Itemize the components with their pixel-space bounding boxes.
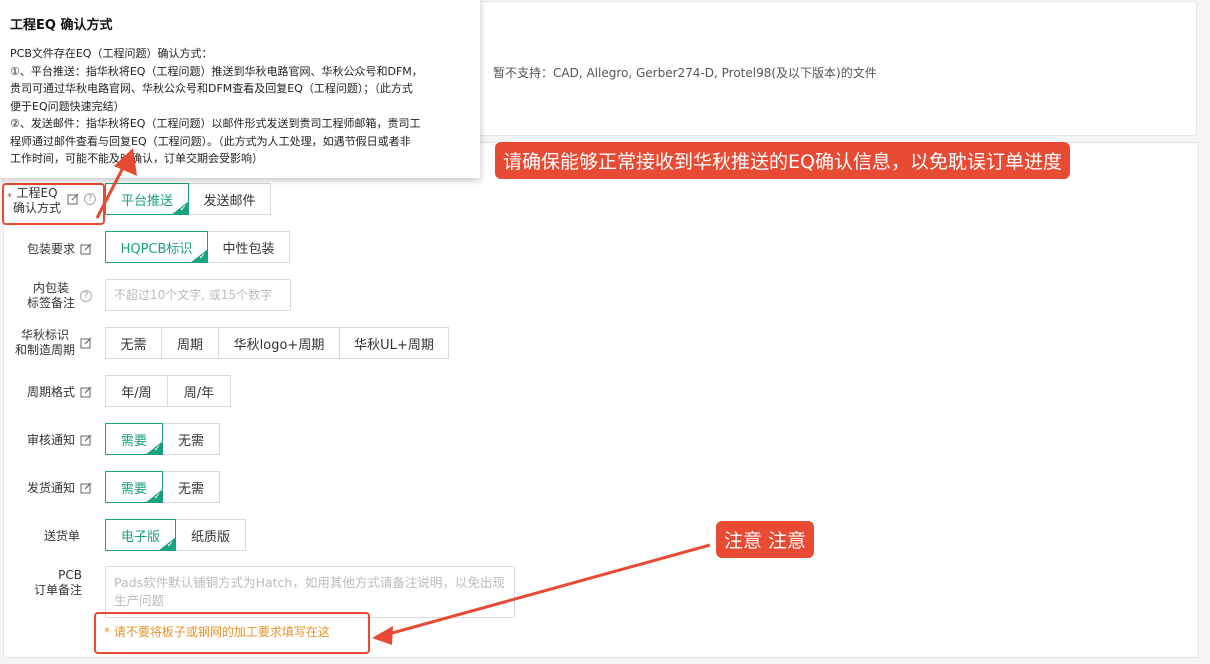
option-label: 需要 [120, 481, 147, 497]
pcb-remark-label-line2: 订单备注 [33, 583, 82, 597]
eq-confirm-options: 平台推送 ✓ 发送邮件 [105, 183, 271, 215]
option-ul-period[interactable]: 华秋UL+周期 [340, 327, 449, 359]
option-neutral-pack[interactable]: 中性包装 [208, 231, 290, 263]
pcb-remark-label: PCB 订单备注 [20, 568, 82, 598]
inner-label-line1: 内包装 [32, 281, 69, 295]
option-label: 无需 [120, 337, 147, 353]
option-label: HQPCB标识 [120, 241, 193, 257]
tooltip-line: 程师通过邮件查看与回复EQ（工程问题）。（此方式为人工处理，如遇节假日或者非 [10, 134, 411, 148]
option-label: 电子版 [120, 529, 160, 545]
inner-label-label: 内包装 标签备注 ? [10, 281, 92, 311]
option-label: 平台推送 [120, 193, 173, 209]
edit-icon[interactable] [80, 434, 92, 446]
option-electronic[interactable]: 电子版 ✓ [105, 519, 176, 551]
tooltip-line: ①、平台推送：指华秋将EQ（工程问题）推送到华秋电路官网、华秋公众号和DFM， [10, 64, 423, 78]
tooltip-line: 贵司可通过华秋电路官网、华秋公众号和DFM查看及回复EQ（工程问题）；（此方式 [10, 82, 413, 95]
eq-label-line2: 确认方式 [12, 201, 61, 215]
check-icon: ✓ [179, 204, 187, 214]
option-logo-period[interactable]: 华秋logo+周期 [219, 327, 340, 359]
tooltip-line: ②、发送邮件：指华秋将EQ（工程问题）以邮件形式发送到贵司工程师邮箱，贵司工 [10, 117, 421, 130]
edit-icon[interactable] [80, 337, 92, 349]
option-label: 中性包装 [222, 241, 275, 257]
packaging-options: HQPCB标识 ✓ 中性包装 [105, 231, 290, 263]
edit-icon[interactable] [80, 482, 92, 494]
eq-notice-callout: 请确保能够正常接收到华秋推送的EQ确认信息，以免耽误订单进度 [495, 142, 1070, 179]
option-label: 无需 [177, 481, 204, 497]
review-notice-label: 审核通知 [10, 431, 92, 448]
review-notice-label-text: 审核通知 [26, 433, 75, 447]
option-period[interactable]: 周期 [162, 327, 219, 359]
tooltip-line: 工作时间，可能不能及时确认，订单交期会受影响） [10, 152, 263, 165]
option-label: 无需 [177, 433, 204, 449]
option-label: 周期 [176, 337, 203, 353]
option-hqpcb-mark[interactable]: HQPCB标识 ✓ [105, 231, 208, 263]
eq-label-line1: 工程EQ [16, 186, 58, 200]
ship-notice-label-text: 发货通知 [26, 481, 75, 495]
option-not-needed[interactable]: 无需 [163, 423, 220, 455]
ship-notice-options: 需要 ✓ 无需 [105, 471, 220, 503]
option-label: 发送邮件 [203, 193, 256, 209]
marking-label-line2: 和制造周期 [14, 343, 75, 357]
period-format-options: 年/周 周/年 [105, 375, 231, 407]
check-icon: ✓ [153, 444, 161, 454]
edit-icon[interactable] [80, 386, 92, 398]
check-icon: ✓ [166, 540, 174, 550]
pcb-remark-label-line1: PCB [58, 568, 82, 582]
ship-notice-label: 发货通知 [10, 479, 92, 496]
eq-help-tooltip: 工程EQ 确认方式 PCB文件存在EQ（工程问题）确认方式： ①、平台推送：指华… [0, 0, 480, 178]
edit-icon[interactable] [80, 243, 92, 255]
option-none[interactable]: 无需 [105, 327, 162, 359]
option-needed[interactable]: 需要 ✓ [105, 423, 163, 455]
option-label: 华秋UL+周期 [354, 337, 434, 353]
inner-label-input[interactable]: 不超过10个文字, 或15个数字 [105, 279, 291, 311]
option-label: 周/年 [183, 385, 215, 401]
help-icon[interactable]: ? [80, 290, 92, 302]
marking-label: 华秋标识 和制造周期 [10, 328, 92, 358]
period-format-label-text: 周期格式 [26, 385, 75, 399]
inner-label-line2: 标签备注 [26, 296, 75, 310]
option-needed[interactable]: 需要 ✓ [105, 471, 163, 503]
option-year-week[interactable]: 年/周 [105, 375, 168, 407]
tooltip-title: 工程EQ 确认方式 [10, 18, 113, 33]
option-label: 需要 [120, 433, 147, 449]
option-platform-push[interactable]: 平台推送 ✓ [105, 183, 189, 215]
review-notice-options: 需要 ✓ 无需 [105, 423, 220, 455]
delivery-note-label-text: 送货单 [43, 529, 80, 543]
tooltip-line: 便于EQ问题快速完结） [10, 99, 125, 113]
option-send-email[interactable]: 发送邮件 [189, 183, 271, 215]
period-format-label: 周期格式 [10, 383, 92, 400]
option-not-needed[interactable]: 无需 [163, 471, 220, 503]
delivery-note-label: 送货单 [10, 527, 80, 544]
option-label: 华秋logo+周期 [233, 337, 325, 353]
packaging-label: 包装要求 [10, 240, 92, 257]
check-icon: ✓ [198, 252, 206, 262]
check-icon: ✓ [153, 492, 161, 502]
edit-icon[interactable] [67, 193, 79, 205]
marking-label-line1: 华秋标识 [20, 328, 69, 342]
option-week-year[interactable]: 周/年 [168, 375, 231, 407]
eq-confirm-label: 工程EQ 确认方式 [10, 186, 64, 216]
option-label: 纸质版 [190, 529, 230, 545]
option-label: 年/周 [121, 385, 152, 401]
option-paper[interactable]: 纸质版 [176, 519, 246, 551]
help-icon[interactable]: ? [84, 193, 96, 205]
delivery-note-options: 电子版 ✓ 纸质版 [105, 519, 246, 551]
attention-callout: 注意 注意 [716, 521, 815, 558]
unsupported-formats-note: 暂不支持：CAD, Allegro, Gerber274-D, Protel98… [493, 66, 877, 80]
inner-label-placeholder: 不超过10个文字, 或15个数字 [114, 288, 273, 302]
tooltip-line: PCB文件存在EQ（工程问题）确认方式： [10, 47, 213, 60]
packaging-label-text: 包装要求 [26, 242, 75, 256]
pcb-remark-placeholder: Pads软件默认铺铜方式为Hatch，如用其他方式请备注说明，以免出现生产问题 [114, 575, 505, 608]
remark-warning: * 请不要将板子或钢网的加工要求填写在这 [104, 625, 330, 639]
pcb-remark-textarea[interactable]: Pads软件默认铺铜方式为Hatch，如用其他方式请备注说明，以免出现生产问题 [105, 566, 515, 618]
marking-options: 无需 周期 华秋logo+周期 华秋UL+周期 [105, 327, 449, 359]
